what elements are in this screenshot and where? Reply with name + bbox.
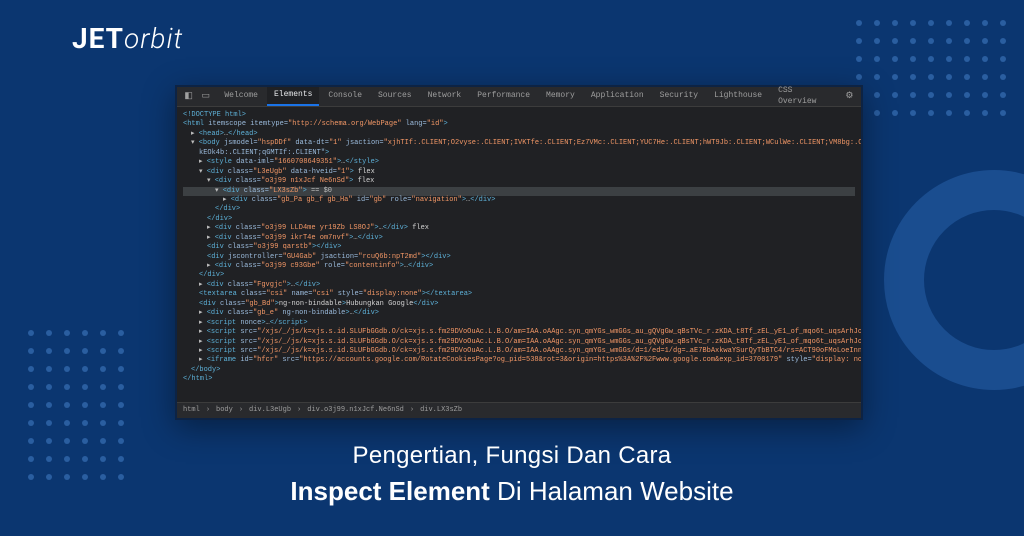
devtools-elements-panel[interactable]: <!DOCTYPE html><html itemscope itemtype=… [177,107,861,402]
caption: Pengertian, Fungsi Dan Cara Inspect Elem… [0,442,1024,507]
devtools-tab-performance[interactable]: Performance [470,87,537,106]
devtools-tab-elements[interactable]: Elements [267,87,319,106]
code-line[interactable]: ▸ <iframe id="hfcr" src="https://account… [183,356,855,365]
code-line[interactable]: </div> [183,215,855,224]
code-line[interactable]: ▸ <script src="/xjs/_/js/k=xjs.s.id.SLUF… [183,328,855,337]
code-line[interactable]: ▸ <script src="/xjs/_/js/k=xjs.s.id.SLUF… [183,338,855,347]
code-line[interactable]: <div class="gb_Bd">ng-non-bindable>Hubun… [183,300,855,309]
breadcrumb-item[interactable]: div.L3eUgb [249,406,291,415]
device-toggle-icon[interactable]: ▭ [198,89,213,105]
code-line[interactable]: ▸ <div class="o3j99 ikrT4e om7nvf">…</di… [183,234,855,243]
code-line[interactable]: </div> [183,271,855,280]
breadcrumb-separator: › [410,406,414,415]
devtools-tab-memory[interactable]: Memory [539,87,582,106]
devtools-tab-welcome[interactable]: Welcome [217,87,265,106]
breadcrumb-item[interactable]: body [216,406,233,415]
devtools-tab-application[interactable]: Application [584,87,651,106]
code-line[interactable]: ▸ <div class="Fgvgjc">…</div> [183,281,855,290]
logo-part1: JET [72,22,124,55]
devtools-tab-network[interactable]: Network [421,87,469,106]
code-line[interactable]: <!DOCTYPE html> [183,111,855,120]
breadcrumb-separator: › [297,406,301,415]
code-line[interactable]: ▾ <div class="L3eUgb" data-hveid="1"> fl… [183,168,855,177]
logo-part2: orbit [124,22,183,55]
code-line[interactable]: <textarea class="csi" name="csi" style="… [183,290,855,299]
caption-line1: Pengertian, Fungsi Dan Cara [0,442,1024,470]
settings-gear-icon[interactable]: ⚙ [842,89,857,105]
code-line[interactable]: ▸ <div class="o3j99 LLD4me yr19Zb LS8OJ"… [183,224,855,233]
devtools-tab-security[interactable]: Security [653,87,705,106]
code-line[interactable]: ▸ <script nonce>…</script> [183,319,855,328]
code-line[interactable]: <html itemscope itemtype="http://schema.… [183,120,855,129]
devtools-tab-sources[interactable]: Sources [371,87,419,106]
code-line[interactable]: ▸ <script src="/xjs/_/js/k=xjs.s.id.SLUF… [183,347,855,356]
code-line[interactable]: ▸ <div class="gb_Pa gb_f gb_Ha" id="gb" … [183,196,855,205]
code-line[interactable]: ▸ <div class="gb_e" ng-non-bindable>…</d… [183,309,855,318]
code-line[interactable]: ▾ <body jsmodel="hspDDf" data-dt="1" jsa… [183,139,855,148]
code-line[interactable]: ▸ <div class="o3j99 c93Gbe" role="conten… [183,262,855,271]
breadcrumb-separator: › [239,406,243,415]
caption-line2: Inspect Element Di Halaman Website [0,476,1024,507]
caption-strong: Inspect Element [290,476,489,506]
code-line[interactable]: ▸ <head>…</head> [183,130,855,139]
inspect-icon[interactable]: ◧ [181,89,196,105]
code-line[interactable]: ▾ <div class="o3j99 n1xJcf Ne6nSd"> flex [183,177,855,186]
code-line[interactable]: </div> [183,205,855,214]
ring-decoration [884,170,1024,390]
brand-logo: JETorbit [72,22,183,55]
code-line[interactable]: </html> [183,375,855,384]
code-line[interactable]: ▾ <div class="LX3sZb"> == $0 [183,187,855,196]
caption-rest: Di Halaman Website [490,476,734,506]
devtools-tab-lighthouse[interactable]: Lighthouse [707,87,769,106]
code-line[interactable]: </body> [183,366,855,375]
code-line[interactable]: <div class="o3j99 qarstb"></div> [183,243,855,252]
devtools-breadcrumb[interactable]: html › body › div.L3eUgb › div.o3j99.n1x… [177,402,861,418]
breadcrumb-item[interactable]: div.LX3sZb [420,406,462,415]
breadcrumb-separator: › [206,406,210,415]
dot-grid-top-right [856,20,1006,116]
devtools-window: ◧ ▭ WelcomeElementsConsoleSourcesNetwork… [175,85,863,420]
code-line[interactable]: kEOk4b:.CLIENT;qGMTIf:.CLIENT"> [183,149,855,158]
breadcrumb-item[interactable]: html [183,406,200,415]
devtools-tab-css-overview[interactable]: CSS Overview [771,87,840,106]
devtools-tab-console[interactable]: Console [321,87,369,106]
code-line[interactable]: <div jscontroller="GU4Gab" jsaction="rcu… [183,253,855,262]
breadcrumb-item[interactable]: div.o3j99.n1xJcf.Ne6nSd [307,406,404,415]
code-line[interactable]: ▸ <style data-iml="1660708649351">…</sty… [183,158,855,167]
devtools-tabbar: ◧ ▭ WelcomeElementsConsoleSourcesNetwork… [177,87,861,107]
